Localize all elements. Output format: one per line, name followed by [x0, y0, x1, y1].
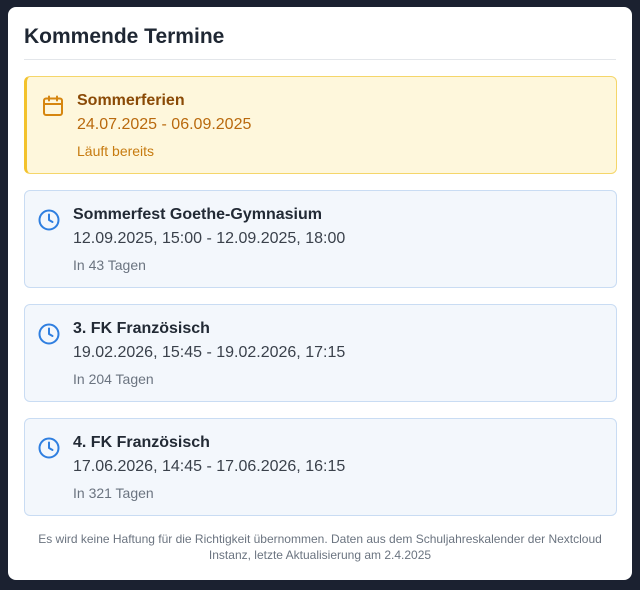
event-time: 17.06.2026, 14:45 - 17.06.2026, 16:15 [73, 458, 346, 475]
event-title: 4. FK Französisch [73, 434, 210, 451]
event-status: In 204 Tagen [73, 371, 154, 387]
clock-icon [37, 436, 61, 460]
event-item[interactable]: Sommerfest Goethe-Gymnasium 12.09.2025, … [24, 190, 617, 288]
divider [24, 59, 616, 60]
event-title: Sommerfest Goethe-Gymnasium [73, 206, 322, 223]
event-item[interactable]: 3. FK Französisch 19.02.2026, 15:45 - 19… [24, 304, 617, 402]
event-item[interactable]: 4. FK Französisch 17.06.2026, 14:45 - 17… [24, 418, 617, 516]
event-status: Läuft bereits [77, 143, 155, 159]
event-status: In 321 Tagen [73, 485, 154, 501]
event-time: 19.02.2026, 15:45 - 19.02.2026, 17:15 [73, 344, 346, 361]
clock-icon [37, 208, 61, 232]
event-time: 24.07.2025 - 06.09.2025 [77, 116, 252, 133]
event-title: Sommerferien [77, 92, 185, 109]
event-item-current[interactable]: Sommerferien 24.07.2025 - 06.09.2025 Läu… [24, 76, 617, 174]
calendar-icon [41, 94, 65, 118]
card-title: Kommende Termine [24, 25, 225, 48]
disclaimer-text: Es wird keine Haftung für die Richtigkei… [38, 532, 602, 562]
event-title: 3. FK Französisch [73, 320, 210, 337]
event-status: In 43 Tagen [73, 257, 146, 273]
event-time: 12.09.2025, 15:00 - 12.09.2025, 18:00 [73, 230, 346, 247]
clock-icon [37, 322, 61, 346]
upcoming-events-card: Kommende Termine Sommerferien 24.07.2025… [8, 7, 632, 580]
